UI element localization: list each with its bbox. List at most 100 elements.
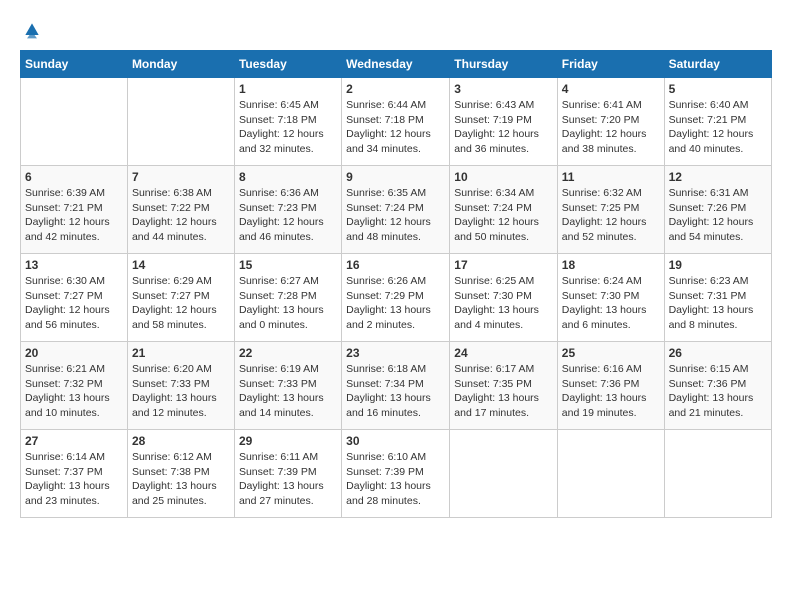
calendar-cell: 1Sunrise: 6:45 AM Sunset: 7:18 PM Daylig… [234,78,341,166]
day-number: 26 [669,346,767,360]
calendar-cell: 29 Sunrise: 6:11 AM Sunset: 7:39 PM Dayli… [234,430,341,518]
day-info: Sunrise: 6:19 AM Sunset: 7:33 PM Dayligh… [239,362,337,421]
day-number: 24 [454,346,553,360]
calendar-table: SundayMondayTuesdayWednesdayThursdayFrid… [20,50,772,518]
calendar-body: 1Sunrise: 6:45 AM Sunset: 7:18 PM Daylig… [21,78,772,518]
calendar-cell: 16 Sunrise: 6:26 AM Sunset: 7:29 PM Dayli… [342,254,450,342]
day-info: Sunrise: 6:39 AM Sunset: 7:21 PM Dayligh… [25,186,123,245]
day-info: Sunrise: 6:21 AM Sunset: 7:32 PM Dayligh… [25,362,123,421]
day-number: 1 [239,82,337,96]
day-number: 9 [346,170,445,184]
day-info: Sunrise: 6:36 AM Sunset: 7:23 PM Dayligh… [239,186,337,245]
calendar-cell: 10 Sunrise: 6:34 AM Sunset: 7:24 PM Dayli… [450,166,558,254]
day-info: Sunrise: 6:43 AM Sunset: 7:19 PM Dayligh… [454,98,553,157]
weekday-header: Thursday [450,51,558,78]
day-info: Sunrise: 6:18 AM Sunset: 7:34 PM Dayligh… [346,362,445,421]
day-info: Sunrise: 6:10 AM Sunset: 7:39 PM Dayligh… [346,450,445,509]
calendar-cell: 19 Sunrise: 6:23 AM Sunset: 7:31 PM Dayli… [664,254,771,342]
day-info: Sunrise: 6:31 AM Sunset: 7:26 PM Dayligh… [669,186,767,245]
calendar-cell: 30 Sunrise: 6:10 AM Sunset: 7:39 PM Dayli… [342,430,450,518]
day-info: Sunrise: 6:11 AM Sunset: 7:39 PM Dayligh… [239,450,337,509]
calendar-cell: 15Sunrise: 6:27 AM Sunset: 7:28 PM Dayli… [234,254,341,342]
weekday-header: Friday [557,51,664,78]
calendar-cell: 13 Sunrise: 6:30 AM Sunset: 7:27 PM Dayli… [21,254,128,342]
calendar-cell: 4 Sunrise: 6:41 AM Sunset: 7:20 PM Daylig… [557,78,664,166]
calendar-cell: 8 Sunrise: 6:36 AM Sunset: 7:23 PM Daylig… [234,166,341,254]
day-number: 3 [454,82,553,96]
day-info: Sunrise: 6:29 AM Sunset: 7:27 PM Dayligh… [132,274,230,333]
weekday-header: Saturday [664,51,771,78]
day-info: Sunrise: 6:38 AM Sunset: 7:22 PM Dayligh… [132,186,230,245]
calendar-cell: 25Sunrise: 6:16 AM Sunset: 7:36 PM Dayli… [557,342,664,430]
day-number: 4 [562,82,660,96]
day-info: Sunrise: 6:40 AM Sunset: 7:21 PM Dayligh… [669,98,767,157]
day-number: 20 [25,346,123,360]
weekday-header: Tuesday [234,51,341,78]
day-number: 12 [669,170,767,184]
day-number: 17 [454,258,553,272]
calendar-week-row: 6 Sunrise: 6:39 AM Sunset: 7:21 PM Daylig… [21,166,772,254]
day-number: 7 [132,170,230,184]
day-number: 8 [239,170,337,184]
calendar-cell: 17Sunrise: 6:25 AM Sunset: 7:30 PM Dayli… [450,254,558,342]
calendar-cell [21,78,128,166]
day-number: 5 [669,82,767,96]
weekday-header: Wednesday [342,51,450,78]
calendar-cell: 11Sunrise: 6:32 AM Sunset: 7:25 PM Dayli… [557,166,664,254]
calendar-week-row: 27 Sunrise: 6:14 AM Sunset: 7:37 PM Dayli… [21,430,772,518]
calendar-cell: 21 Sunrise: 6:20 AM Sunset: 7:33 PM Dayli… [127,342,234,430]
day-number: 22 [239,346,337,360]
day-info: Sunrise: 6:12 AM Sunset: 7:38 PM Dayligh… [132,450,230,509]
day-info: Sunrise: 6:20 AM Sunset: 7:33 PM Dayligh… [132,362,230,421]
calendar-cell: 24 Sunrise: 6:17 AM Sunset: 7:35 PM Dayli… [450,342,558,430]
calendar-cell: 9Sunrise: 6:35 AM Sunset: 7:24 PM Daylig… [342,166,450,254]
day-number: 27 [25,434,123,448]
day-number: 23 [346,346,445,360]
logo [20,20,42,40]
calendar-cell: 18 Sunrise: 6:24 AM Sunset: 7:30 PM Dayli… [557,254,664,342]
calendar-header-row: SundayMondayTuesdayWednesdayThursdayFrid… [21,51,772,78]
day-number: 21 [132,346,230,360]
day-number: 10 [454,170,553,184]
day-number: 6 [25,170,123,184]
day-number: 18 [562,258,660,272]
day-info: Sunrise: 6:17 AM Sunset: 7:35 PM Dayligh… [454,362,553,421]
day-info: Sunrise: 6:41 AM Sunset: 7:20 PM Dayligh… [562,98,660,157]
calendar-week-row: 13 Sunrise: 6:30 AM Sunset: 7:27 PM Dayli… [21,254,772,342]
day-info: Sunrise: 6:44 AM Sunset: 7:18 PM Dayligh… [346,98,445,157]
calendar-cell: 20 Sunrise: 6:21 AM Sunset: 7:32 PM Dayli… [21,342,128,430]
calendar-cell: 22 Sunrise: 6:19 AM Sunset: 7:33 PM Dayli… [234,342,341,430]
calendar-cell: 23 Sunrise: 6:18 AM Sunset: 7:34 PM Dayli… [342,342,450,430]
day-info: Sunrise: 6:30 AM Sunset: 7:27 PM Dayligh… [25,274,123,333]
day-number: 28 [132,434,230,448]
day-number: 14 [132,258,230,272]
calendar-cell: 28 Sunrise: 6:12 AM Sunset: 7:38 PM Dayli… [127,430,234,518]
day-number: 30 [346,434,445,448]
day-info: Sunrise: 6:26 AM Sunset: 7:29 PM Dayligh… [346,274,445,333]
calendar-cell: 2 Sunrise: 6:44 AM Sunset: 7:18 PM Daylig… [342,78,450,166]
day-info: Sunrise: 6:32 AM Sunset: 7:25 PM Dayligh… [562,186,660,245]
calendar-cell: 5 Sunrise: 6:40 AM Sunset: 7:21 PM Daylig… [664,78,771,166]
day-info: Sunrise: 6:27 AM Sunset: 7:28 PM Dayligh… [239,274,337,333]
calendar-cell: 12 Sunrise: 6:31 AM Sunset: 7:26 PM Dayli… [664,166,771,254]
day-info: Sunrise: 6:24 AM Sunset: 7:30 PM Dayligh… [562,274,660,333]
day-info: Sunrise: 6:15 AM Sunset: 7:36 PM Dayligh… [669,362,767,421]
calendar-week-row: 20 Sunrise: 6:21 AM Sunset: 7:32 PM Dayli… [21,342,772,430]
logo-icon [22,20,42,40]
day-number: 29 [239,434,337,448]
calendar-cell: 6 Sunrise: 6:39 AM Sunset: 7:21 PM Daylig… [21,166,128,254]
calendar-cell [664,430,771,518]
calendar-cell [127,78,234,166]
day-info: Sunrise: 6:23 AM Sunset: 7:31 PM Dayligh… [669,274,767,333]
calendar-week-row: 1Sunrise: 6:45 AM Sunset: 7:18 PM Daylig… [21,78,772,166]
day-number: 2 [346,82,445,96]
calendar-cell [557,430,664,518]
day-number: 25 [562,346,660,360]
day-number: 16 [346,258,445,272]
header [20,20,772,40]
day-number: 19 [669,258,767,272]
day-info: Sunrise: 6:34 AM Sunset: 7:24 PM Dayligh… [454,186,553,245]
calendar-cell: 14 Sunrise: 6:29 AM Sunset: 7:27 PM Dayli… [127,254,234,342]
day-number: 13 [25,258,123,272]
day-info: Sunrise: 6:14 AM Sunset: 7:37 PM Dayligh… [25,450,123,509]
